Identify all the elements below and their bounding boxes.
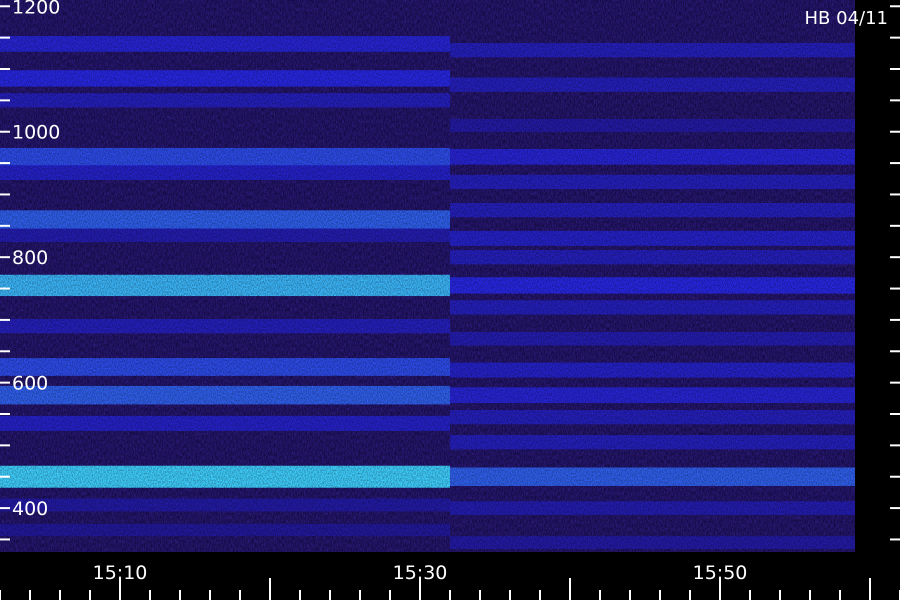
segment-speckle xyxy=(0,0,450,552)
y-tick-label: 1000 xyxy=(12,122,60,144)
segment-speckle xyxy=(450,0,855,552)
y-tick-label: 800 xyxy=(12,247,48,269)
bands-layer xyxy=(0,0,888,552)
chart-annotation: HB 04/11 xyxy=(805,8,888,29)
x-tick-label: 15:30 xyxy=(393,562,448,584)
spectrogram-frame: 400 600 800 1000 1200 15:10 15:30 15:50 HB 04/1… xyxy=(0,0,900,600)
y-tick-label: 1200 xyxy=(12,0,60,18)
x-tick-label: 15:10 xyxy=(93,562,148,584)
y-tick-label: 400 xyxy=(12,498,48,520)
y-tick-label: 600 xyxy=(12,373,48,395)
spectrogram-chart: 400 600 800 1000 1200 15:10 15:30 15:50 HB 04/1… xyxy=(0,0,900,600)
x-tick-label: 15:50 xyxy=(693,562,748,584)
data-gap xyxy=(858,0,888,552)
